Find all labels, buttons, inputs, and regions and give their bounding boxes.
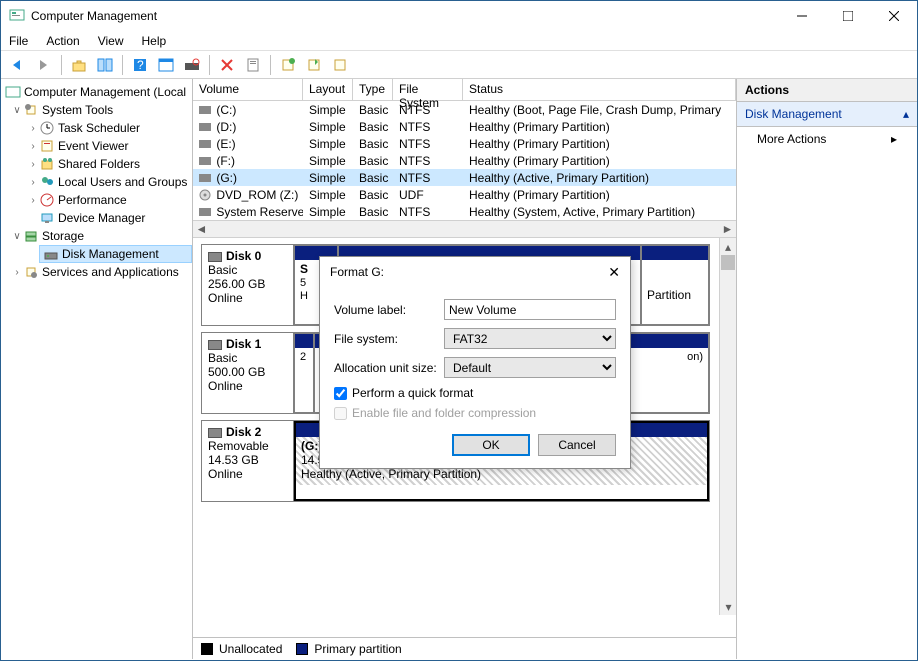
- filesystem-label: File system:: [334, 332, 444, 346]
- tree-devmgr[interactable]: Device Manager: [1, 209, 192, 227]
- forward-button[interactable]: [33, 54, 55, 76]
- disk0-part2[interactable]: Partition: [641, 245, 709, 325]
- tree-root[interactable]: Computer Management (Local: [1, 83, 192, 101]
- help-button[interactable]: ?: [129, 54, 151, 76]
- format-dialog: Format G: ✕ Volume label: File system: F…: [319, 256, 631, 469]
- tree-shared[interactable]: ›Shared Folders: [1, 155, 192, 173]
- legend-primary-swatch: [296, 643, 308, 655]
- close-button[interactable]: [871, 1, 917, 31]
- allocation-label: Allocation unit size:: [334, 361, 444, 375]
- col-fs[interactable]: File System: [393, 79, 463, 100]
- dialog-titlebar: Format G: ✕: [320, 257, 630, 287]
- tree-diskmgmt[interactable]: Disk Management: [39, 245, 192, 263]
- action2-icon[interactable]: [303, 54, 325, 76]
- filesystem-select[interactable]: FAT32: [444, 328, 616, 349]
- scroll-left-icon[interactable]: ◄: [193, 221, 210, 238]
- volume-label-label: Volume label:: [334, 303, 444, 317]
- action1-icon[interactable]: [277, 54, 299, 76]
- scroll-up-icon[interactable]: ▴: [720, 238, 736, 255]
- volume-hscroll[interactable]: ◄ ►: [193, 220, 736, 237]
- titlebar: Computer Management: [1, 1, 917, 31]
- minimize-button[interactable]: [779, 1, 825, 31]
- action3-icon[interactable]: [329, 54, 351, 76]
- volume-row[interactable]: (F:)SimpleBasicNTFSHealthy (Primary Part…: [193, 152, 736, 169]
- actions-more[interactable]: More Actions ▸: [737, 127, 917, 151]
- volume-row[interactable]: (G:)SimpleBasicNTFSHealthy (Active, Prim…: [193, 169, 736, 186]
- show-hide-button[interactable]: [94, 54, 116, 76]
- disk-icon: [208, 252, 222, 262]
- compression-checkbox: Enable file and folder compression: [334, 406, 616, 420]
- tree-storage[interactable]: ∨Storage: [1, 227, 192, 245]
- tree-users[interactable]: ›Local Users and Groups: [1, 173, 192, 191]
- tree-task[interactable]: ›Task Scheduler: [1, 119, 192, 137]
- menu-view[interactable]: View: [98, 34, 124, 48]
- disk-icon: [208, 428, 222, 438]
- actions-header: Actions: [737, 79, 917, 102]
- tree-event[interactable]: ›Event Viewer: [1, 137, 192, 155]
- app-icon: [9, 8, 25, 24]
- disk1-part0[interactable]: 2: [294, 333, 314, 413]
- col-layout[interactable]: Layout: [303, 79, 353, 100]
- menu-help[interactable]: Help: [142, 34, 167, 48]
- allocation-select[interactable]: Default: [444, 357, 616, 378]
- scroll-right-icon[interactable]: ►: [719, 221, 736, 238]
- dialog-close-button[interactable]: ✕: [608, 264, 620, 281]
- disk1-info: Disk 1 Basic 500.00 GB Online: [202, 333, 294, 413]
- svg-text:?: ?: [137, 58, 144, 72]
- window-title: Computer Management: [31, 9, 157, 23]
- collapse-icon[interactable]: ▴: [903, 107, 909, 121]
- volume-list: (C:)SimpleBasicNTFSHealthy (Boot, Page F…: [193, 101, 736, 220]
- col-type[interactable]: Type: [353, 79, 393, 100]
- scroll-down-icon[interactable]: ▾: [720, 598, 736, 615]
- cancel-button[interactable]: Cancel: [538, 434, 616, 456]
- disk2-info: Disk 2 Removable 14.53 GB Online: [202, 421, 294, 501]
- volume-row[interactable]: (E:)SimpleBasicNTFSHealthy (Primary Part…: [193, 135, 736, 152]
- legend-unalloc-swatch: [201, 643, 213, 655]
- actions-pane: Actions Disk Management ▴ More Actions ▸: [737, 79, 917, 659]
- tree-perf[interactable]: ›Performance: [1, 191, 192, 209]
- submenu-icon: ▸: [891, 132, 897, 146]
- volume-row[interactable]: DVD_ROM (Z:)SimpleBasicUDFHealthy (Prima…: [193, 186, 736, 203]
- delete-icon[interactable]: [216, 54, 238, 76]
- disk0-info: Disk 0 Basic 256.00 GB Online: [202, 245, 294, 325]
- dialog-title: Format G:: [330, 265, 384, 279]
- up-button[interactable]: [68, 54, 90, 76]
- col-volume[interactable]: Volume: [193, 79, 303, 100]
- disk-icon: [208, 340, 222, 350]
- tree: Computer Management (Local ∨System Tools…: [1, 79, 193, 659]
- legend-primary-label: Primary partition: [314, 642, 401, 656]
- actions-section[interactable]: Disk Management ▴: [737, 102, 917, 127]
- quick-format-checkbox[interactable]: Perform a quick format: [334, 386, 616, 400]
- col-status[interactable]: Status: [463, 79, 736, 100]
- menu-action[interactable]: Action: [46, 34, 79, 48]
- volume-row[interactable]: (C:)SimpleBasicNTFSHealthy (Boot, Page F…: [193, 101, 736, 118]
- ok-button[interactable]: OK: [452, 434, 530, 456]
- rescan-button[interactable]: [181, 54, 203, 76]
- maximize-button[interactable]: [825, 1, 871, 31]
- disk-vscroll[interactable]: ▴ ▾: [719, 238, 736, 615]
- back-button[interactable]: [7, 54, 29, 76]
- tree-services[interactable]: ›Services and Applications: [1, 263, 192, 281]
- properties-icon[interactable]: [242, 54, 264, 76]
- tree-systools[interactable]: ∨System Tools: [1, 101, 192, 119]
- volume-row[interactable]: (D:)SimpleBasicNTFSHealthy (Primary Part…: [193, 118, 736, 135]
- volume-list-header: Volume Layout Type File System Status: [193, 79, 736, 101]
- refresh-button[interactable]: [155, 54, 177, 76]
- legend-unalloc-label: Unallocated: [219, 642, 282, 656]
- menubar: File Action View Help: [1, 31, 917, 51]
- volume-label-input[interactable]: [444, 299, 616, 320]
- legend: Unallocated Primary partition: [193, 637, 736, 659]
- volume-row[interactable]: System ReservedSimpleBasicNTFSHealthy (S…: [193, 203, 736, 220]
- toolbar: ?: [1, 51, 917, 79]
- menu-file[interactable]: File: [9, 34, 28, 48]
